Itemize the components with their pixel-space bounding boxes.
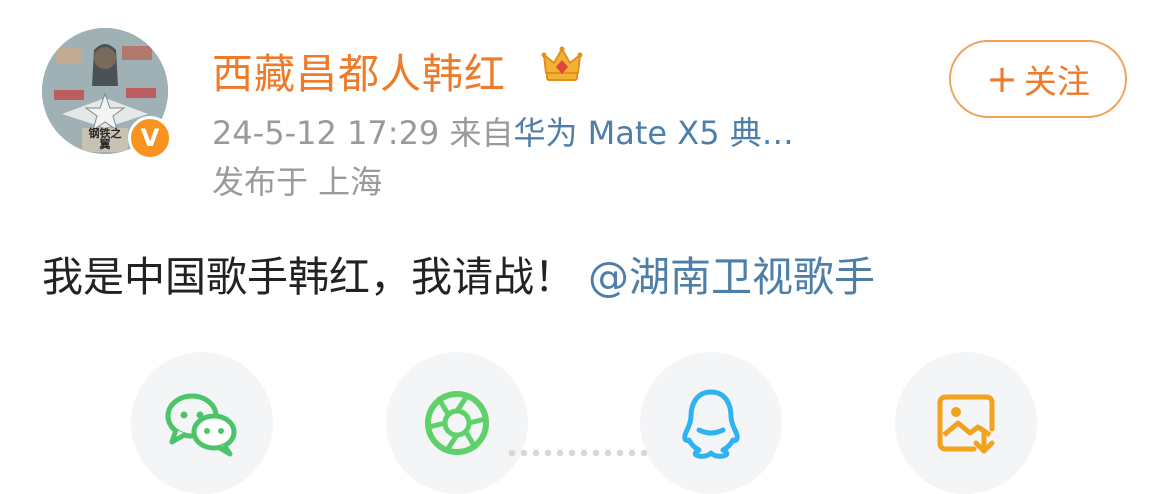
moments-icon: [425, 391, 489, 455]
post-text: 我是中国歌手韩红，我请战！: [42, 253, 575, 301]
from-label: 来自: [449, 114, 514, 152]
wechat-icon: [165, 393, 237, 457]
qq-icon: [682, 389, 740, 459]
crown-icon: [541, 46, 583, 81]
post-meta: 24-5-12 17:29 来自华为 Mate X5 典…: [212, 108, 794, 154]
share-save-image-button[interactable]: [895, 352, 1037, 494]
username[interactable]: 西藏昌都人韩红: [212, 40, 506, 100]
share-moments-button[interactable]: [386, 352, 528, 494]
follow-button[interactable]: + 关注: [949, 40, 1127, 118]
mention-link[interactable]: @湖南卫视歌手: [588, 253, 875, 301]
post-location: 发布于 上海: [212, 163, 383, 201]
post-content: 我是中国歌手韩红，我请战！ @湖南卫视歌手: [42, 243, 875, 303]
post-time: 24-5-12 17:29: [212, 114, 440, 152]
share-wechat-button[interactable]: [131, 352, 273, 494]
plus-icon: +: [986, 57, 1018, 101]
save-image-icon: [937, 394, 995, 454]
share-qq-button[interactable]: [640, 352, 782, 494]
avatar-caption: 钢铁之翼: [88, 127, 122, 151]
follow-label: 关注: [1023, 62, 1090, 101]
verified-badge: V: [128, 116, 172, 160]
device-source[interactable]: 华为 Mate X5 典…: [513, 114, 793, 152]
page-indicator-dots: [506, 448, 650, 458]
